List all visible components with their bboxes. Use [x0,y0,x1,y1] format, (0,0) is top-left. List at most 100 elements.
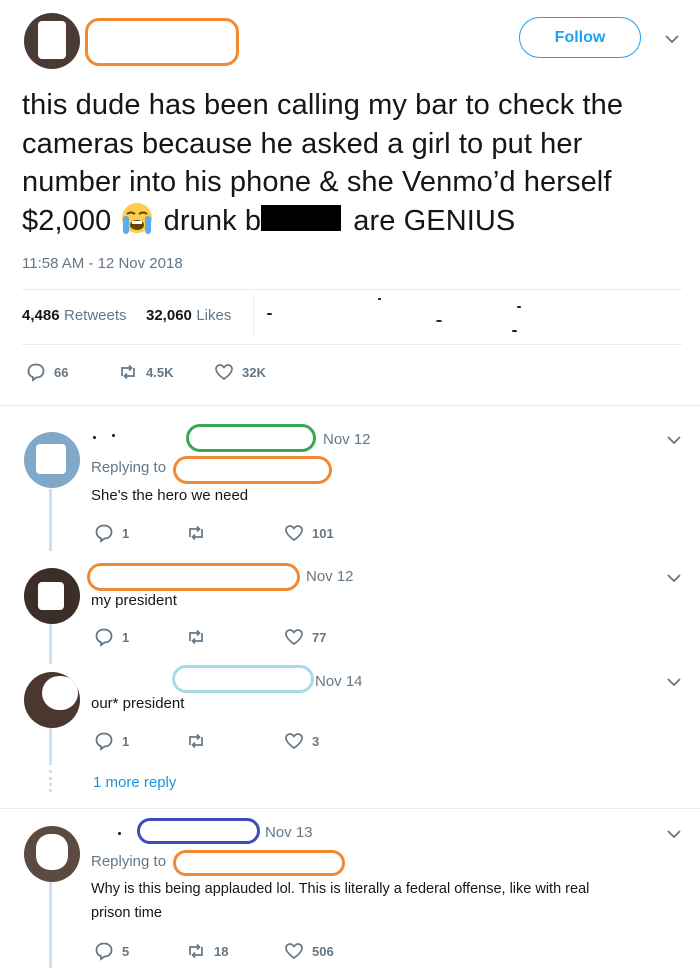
stats-separator [253,294,254,338]
chevron-down-icon[interactable] [666,432,682,448]
redaction-speck [517,306,521,308]
retweet-action[interactable] [186,523,206,543]
avatar-redaction [36,444,66,474]
like-action[interactable]: 77 [284,627,326,647]
reply-action[interactable]: 5 [94,941,129,961]
thread-line [49,489,52,551]
reply-avatar[interactable] [24,826,80,882]
tweet-text-part2: drunk b [155,204,262,237]
retweet-action[interactable]: 4.5K [118,362,173,382]
reply-name-redaction [137,818,260,844]
reply-action[interactable]: 66 [26,362,68,382]
author-name-redaction [85,18,239,66]
tweet-timestamp[interactable]: 11:58 AM - 12 Nov 2018 [22,255,183,272]
avatar-redaction [36,834,68,870]
section-divider [0,808,700,809]
redaction-speck [512,330,517,332]
reply-date[interactable]: Nov 14 [315,673,363,690]
loudly-crying-face-icon [119,202,155,236]
reply-text-line2: prison time [91,905,162,921]
divider [22,344,682,345]
retweet-action[interactable] [186,731,206,751]
retweet-action[interactable] [186,627,206,647]
heart-icon [285,629,303,646]
reply-avatar[interactable] [24,672,80,728]
redaction-speck [93,436,96,439]
reply-date[interactable]: Nov 12 [323,431,371,448]
like-count: 101 [312,525,334,541]
like-count: 77 [312,629,327,645]
like-action[interactable]: 3 [284,731,319,751]
retweets-label: Retweets [64,307,127,324]
reply-date[interactable]: Nov 12 [306,568,354,585]
author-avatar[interactable] [24,13,80,69]
retweet-count: 18 [214,943,229,959]
retweet-icon [189,525,203,541]
reply-name-redaction [186,424,316,452]
reply-action[interactable]: 1 [94,731,129,751]
reply-action[interactable]: 1 [94,523,129,543]
reply-action[interactable]: 1 [94,627,129,647]
reply-icon [95,524,113,543]
likes-stat[interactable]: 32,060 Likes [146,307,231,325]
reply-text: my president [91,592,177,609]
reply-icon [95,628,113,647]
replying-to-label: Replying to [91,853,167,870]
reply-text: our* president [91,695,185,712]
like-count: 506 [312,943,334,959]
like-action[interactable]: 101 [284,523,334,543]
chevron-down-icon[interactable] [666,674,682,690]
more-replies-link[interactable]: 1 more reply [93,774,176,791]
reply-icon [95,942,113,961]
reply-icon [95,732,113,751]
reply-count: 1 [122,629,130,645]
reply-avatar[interactable] [24,568,80,624]
avatar-redaction [38,582,64,610]
follow-button[interactable]: Follow [519,17,641,58]
reply-date[interactable]: Nov 13 [265,824,313,841]
replying-to-label: Replying to [91,459,167,476]
reply-text: She's the hero we need [91,487,249,504]
reply-name-redaction [87,563,300,591]
thread-line [49,727,52,765]
redaction-speck [436,320,442,322]
divider [22,289,682,290]
chevron-down-icon[interactable] [666,570,682,586]
thread-line [49,882,52,968]
retweet-icon [189,943,203,959]
heart-icon [285,525,303,542]
retweet-action[interactable]: 18 [186,941,228,961]
like-action[interactable]: 32K [214,362,266,382]
avatar-redaction [38,21,66,59]
replying-to-handle-redaction [173,456,332,484]
thread-line [49,622,52,664]
retweet-icon [189,629,203,645]
redaction-speck [112,434,115,437]
retweet-icon [121,364,135,380]
reply-count: 66 [54,364,69,380]
reply-text-line1: Why is this being applauded lol. This is… [91,881,590,897]
chevron-down-icon[interactable] [664,31,680,47]
retweet-count: 4.5K [146,364,174,380]
section-divider [0,405,700,406]
retweets-stat[interactable]: 4,486 Retweets [22,307,127,325]
reply-count: 5 [122,943,130,959]
heart-icon [285,733,303,750]
retweet-icon [189,733,203,749]
likes-label: Likes [196,307,232,324]
chevron-down-icon[interactable] [666,826,682,842]
reply-count: 1 [122,733,130,749]
reply-name-redaction [172,665,314,693]
like-action[interactable]: 506 [284,941,334,961]
redaction-speck [378,298,381,300]
avatar-redaction [42,676,78,710]
tweet-text-part3: are GENIUS [345,204,516,237]
thread-dots [49,770,52,792]
replying-to-handle-redaction [173,850,345,876]
heart-icon [215,364,233,381]
reply-icon [27,363,45,382]
redaction-speck [267,313,272,315]
retweets-count: 4,486 [22,307,60,324]
text-redaction-bar [261,204,342,231]
reply-avatar[interactable] [24,432,80,488]
